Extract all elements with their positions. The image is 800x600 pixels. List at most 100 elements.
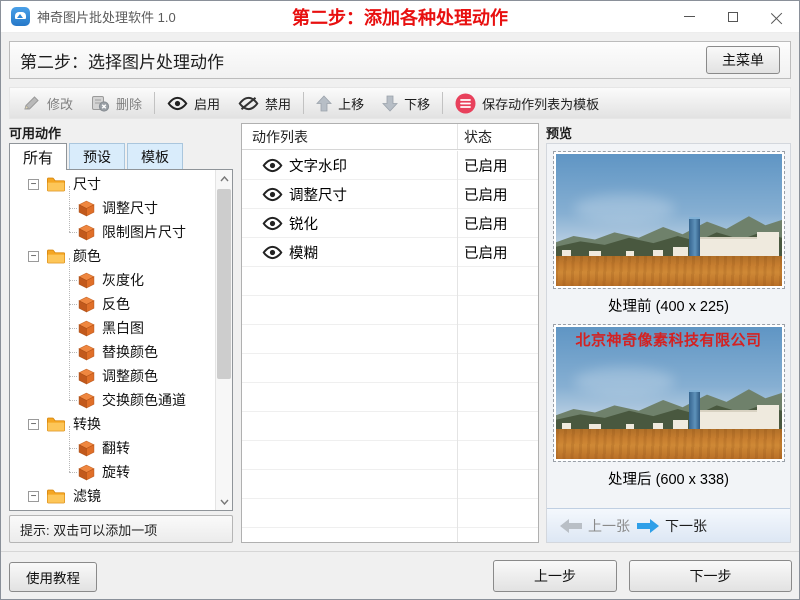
tree-action-label: 限制图片尺寸 bbox=[102, 224, 186, 240]
tree-action-调整尺寸[interactable]: 调整尺寸 bbox=[10, 196, 215, 220]
save-template-button[interactable]: 保存动作列表为模板 bbox=[446, 90, 608, 116]
collapse-icon[interactable]: − bbox=[28, 178, 39, 190]
close-icon bbox=[771, 11, 783, 23]
eye-icon bbox=[262, 158, 283, 173]
arrow-down-icon bbox=[382, 95, 398, 112]
tree-folder-尺寸[interactable]: − 尺寸 bbox=[10, 172, 215, 196]
tree-action-替换颜色[interactable]: 替换颜色 bbox=[10, 340, 215, 364]
title-bar: 神奇图片批处理软件 1.0 第二步：添加各种处理动作 bbox=[1, 1, 799, 33]
cube-icon bbox=[78, 200, 95, 217]
disable-button[interactable]: 禁用 bbox=[229, 90, 300, 116]
eye-icon bbox=[262, 245, 283, 260]
action-row-模糊[interactable]: 模糊 已启用 bbox=[242, 238, 538, 267]
close-button[interactable] bbox=[755, 1, 799, 32]
tab-模板[interactable]: 模板 bbox=[127, 143, 184, 169]
delete-button[interactable]: 删除 bbox=[82, 90, 151, 116]
tree-hint: 提示: 双击可以添加一项 bbox=[9, 515, 233, 543]
cube-icon bbox=[78, 368, 95, 385]
tower-building bbox=[688, 216, 700, 257]
window-title: 神奇图片批处理软件 1.0 bbox=[37, 10, 176, 25]
scroll-down-icon[interactable] bbox=[216, 493, 232, 510]
cube-icon bbox=[78, 344, 95, 361]
toolbar-button-label: 修改 bbox=[47, 96, 74, 112]
maximize-button[interactable] bbox=[711, 1, 755, 32]
column-status: 状态 bbox=[464, 128, 492, 145]
action-row-调整尺寸[interactable]: 调整尺寸 已启用 bbox=[242, 180, 538, 209]
preview-nav-bar: 上一张 下一张 bbox=[547, 508, 790, 542]
action-row-文字水印[interactable]: 文字水印 已启用 bbox=[242, 151, 538, 180]
tree-action-反色[interactable]: 反色 bbox=[10, 292, 215, 316]
move-down-button[interactable]: 下移 bbox=[373, 90, 439, 116]
tree-folder-转换[interactable]: − 转换 bbox=[10, 412, 215, 436]
tree-action-翻转[interactable]: 翻转 bbox=[10, 436, 215, 460]
next-image-button[interactable]: 下一张 bbox=[636, 516, 707, 536]
column-action-list: 动作列表 bbox=[252, 128, 308, 145]
minimize-button[interactable] bbox=[667, 1, 711, 32]
eye-icon bbox=[167, 96, 188, 111]
cube-icon bbox=[78, 224, 95, 241]
tree-folder-label: 滤镜 bbox=[73, 488, 101, 504]
page-title: 第二步：选择图片处理动作 bbox=[20, 52, 224, 72]
arrow-left-icon bbox=[560, 518, 582, 533]
tree-group: − 尺寸 调整尺寸限制图片尺寸 bbox=[10, 172, 215, 244]
scroll-up-icon[interactable] bbox=[216, 170, 232, 187]
tree-action-灰度化[interactable]: 灰度化 bbox=[10, 268, 215, 292]
next-image-label: 下一张 bbox=[665, 517, 707, 534]
tree-folder-滤镜[interactable]: − 滤镜 bbox=[10, 484, 215, 508]
toolbar-button-label: 保存动作列表为模板 bbox=[482, 96, 600, 112]
tree-action-旋转[interactable]: 旋转 bbox=[10, 460, 215, 484]
collapse-icon[interactable]: − bbox=[28, 250, 39, 262]
window-controls bbox=[667, 1, 799, 32]
previous-image-button[interactable]: 上一张 bbox=[559, 516, 630, 536]
toolbar-button-label: 启用 bbox=[194, 96, 221, 112]
tree-folder-颜色[interactable]: − 颜色 bbox=[10, 244, 215, 268]
toolbar-button-label: 下移 bbox=[404, 96, 431, 112]
tree-action-label: 调整颜色 bbox=[102, 368, 158, 384]
tree-action-label: 灰度化 bbox=[102, 272, 144, 288]
folder-icon bbox=[46, 417, 66, 432]
tree-action-调整颜色[interactable]: 调整颜色 bbox=[10, 364, 215, 388]
toolbar-separator bbox=[154, 92, 156, 114]
minimize-icon bbox=[683, 16, 695, 17]
preview-box: 处理前 (400 x 225) 北京神奇像素科技有限公司 处理后 (600 x … bbox=[546, 143, 791, 543]
tree-folder-label: 转换 bbox=[73, 416, 101, 432]
footer-bar: 使用教程 上一步 下一步 bbox=[1, 551, 799, 599]
arrow-right-icon bbox=[637, 518, 659, 533]
action-name: 文字水印 bbox=[289, 159, 347, 175]
cube-icon bbox=[78, 296, 95, 313]
action-name: 调整尺寸 bbox=[289, 188, 347, 204]
save-list-icon bbox=[455, 93, 476, 114]
action-status: 已启用 bbox=[464, 159, 508, 175]
main-menu-button[interactable]: 主菜单 bbox=[706, 46, 780, 74]
tab-预设[interactable]: 预设 bbox=[69, 143, 126, 169]
before-caption: 处理前 (400 x 225) bbox=[608, 299, 729, 315]
action-status: 已启用 bbox=[464, 246, 508, 262]
scrollbar-thumb[interactable] bbox=[217, 189, 231, 380]
actions-tabs: 所有 预设 模板 bbox=[9, 143, 233, 170]
tree-action-黑白图[interactable]: 黑白图 bbox=[10, 316, 215, 340]
cube-icon bbox=[78, 464, 95, 481]
column-separator bbox=[457, 124, 458, 149]
next-step-button[interactable]: 下一步 bbox=[629, 560, 792, 592]
toolbar-button-label: 上移 bbox=[338, 96, 365, 112]
enable-button[interactable]: 启用 bbox=[158, 90, 229, 116]
ground-field bbox=[555, 255, 782, 286]
tab-所有[interactable]: 所有 bbox=[9, 143, 68, 170]
tree-action-label: 反色 bbox=[102, 296, 130, 312]
tree-action-label: 交换颜色通道 bbox=[102, 392, 186, 408]
tutorial-button[interactable]: 使用教程 bbox=[9, 562, 97, 592]
tree-action-交换颜色通道[interactable]: 交换颜色通道 bbox=[10, 388, 215, 412]
cube-icon bbox=[78, 440, 95, 457]
tree-action-限制图片尺寸[interactable]: 限制图片尺寸 bbox=[10, 220, 215, 244]
tree-scrollbar[interactable] bbox=[215, 170, 232, 510]
back-step-button[interactable]: 上一步 bbox=[493, 560, 617, 592]
tree-folder-label: 颜色 bbox=[73, 248, 101, 264]
action-name: 模糊 bbox=[289, 246, 318, 262]
preview-image-after: 北京神奇像素科技有限公司 bbox=[552, 324, 785, 462]
action-row-锐化[interactable]: 锐化 已启用 bbox=[242, 209, 538, 238]
collapse-icon[interactable]: − bbox=[28, 418, 39, 430]
move-up-button[interactable]: 上移 bbox=[307, 90, 373, 116]
tower-building bbox=[688, 389, 700, 430]
modify-button[interactable]: 修改 bbox=[14, 90, 82, 116]
collapse-icon[interactable]: − bbox=[28, 490, 39, 502]
